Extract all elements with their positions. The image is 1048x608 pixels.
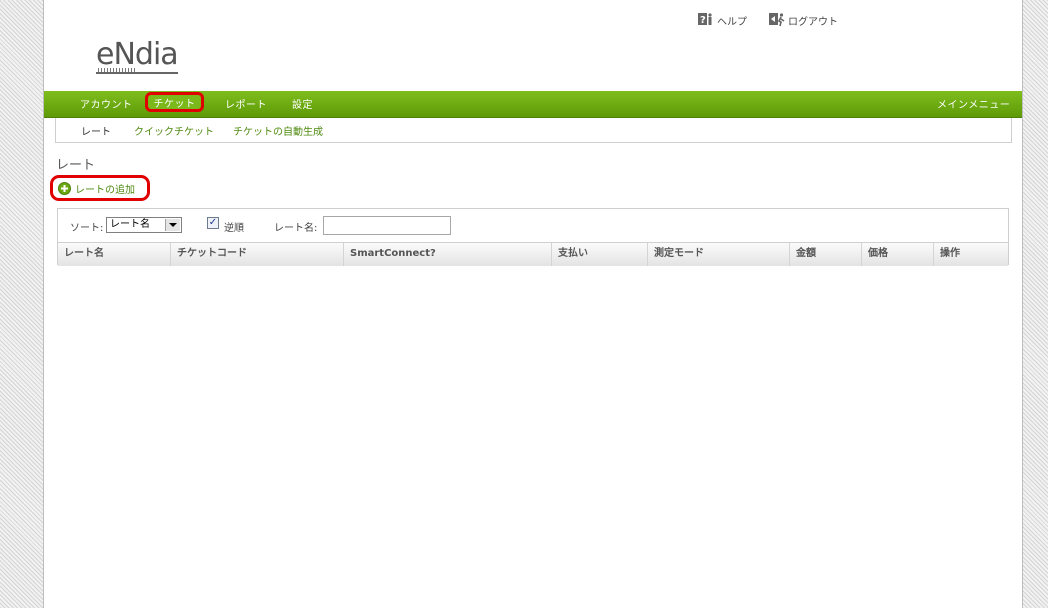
rate-name-input[interactable] [323,216,451,235]
add-rate-label: レートの追加 [75,184,135,196]
reverse-checkbox[interactable]: ✓ [207,217,219,229]
subnav-item-quick-ticket[interactable]: クイックチケット [134,123,214,138]
nav-item-main-menu[interactable]: メインメニュー [937,96,1010,111]
nav-item-report[interactable]: レポート [225,96,267,111]
nav-item-settings[interactable]: 設定 [292,96,313,111]
column-rate-name[interactable]: レート名 [58,243,170,266]
top-links: ? ヘルプ ログアウト [698,12,838,28]
svg-text:?: ? [700,15,706,26]
column-amount[interactable]: 金額 [789,243,861,266]
help-icon: ? [698,13,712,26]
rate-name-label: レート名: [274,223,318,234]
logout-icon [769,13,785,27]
main-nav: アカウント チケット レポート 設定 メインメニュー [44,91,1022,118]
sort-label: ソート: [70,223,104,234]
add-icon [58,181,71,195]
page-title: レート [56,158,96,173]
add-rate-button[interactable]: レートの追加 [50,175,150,201]
sub-nav: レート クイックチケット チケットの自動生成 [55,118,1012,143]
reverse-label: 逆順 [224,223,244,234]
logout-label: ログアウト [788,16,838,28]
filter-bar: ソート: レート名 ✓ 逆順 レート名: [58,216,1008,236]
endian-logo[interactable]: eNdiaN [96,34,200,83]
chevron-down-icon[interactable] [165,219,180,231]
nav-item-account[interactable]: アカウント [80,96,133,111]
rates-panel: ソート: レート名 ✓ 逆順 レート名: レート名 チケットコード SmartC… [57,208,1009,266]
logout-link[interactable]: ログアウト [769,12,838,28]
sort-select-value: レート名 [110,219,150,230]
column-smartconnect[interactable]: SmartConnect? [343,243,551,266]
page-container: ? ヘルプ ログアウト eNdiaN [43,0,1023,608]
column-ticket-code[interactable]: チケットコード [170,243,343,266]
subnav-item-rate[interactable]: レート [81,123,111,138]
help-link[interactable]: ? ヘルプ [698,12,747,28]
column-price[interactable]: 価格 [861,243,933,266]
nav-item-ticket[interactable]: チケット [145,92,204,112]
svg-text:eNdiaN: eNdiaN [96,37,180,72]
column-actions: 操作 [933,243,1009,266]
subnav-item-auto-generate[interactable]: チケットの自動生成 [233,123,323,138]
sort-select[interactable]: レート名 [106,217,182,233]
help-label: ヘルプ [717,16,747,28]
table-header: レート名 チケットコード SmartConnect? 支払い 測定モード 金額 … [58,242,1008,266]
column-payment[interactable]: 支払い [551,243,647,266]
column-measure-mode[interactable]: 測定モード [647,243,789,266]
logo-mark: eNdiaN [96,37,200,74]
